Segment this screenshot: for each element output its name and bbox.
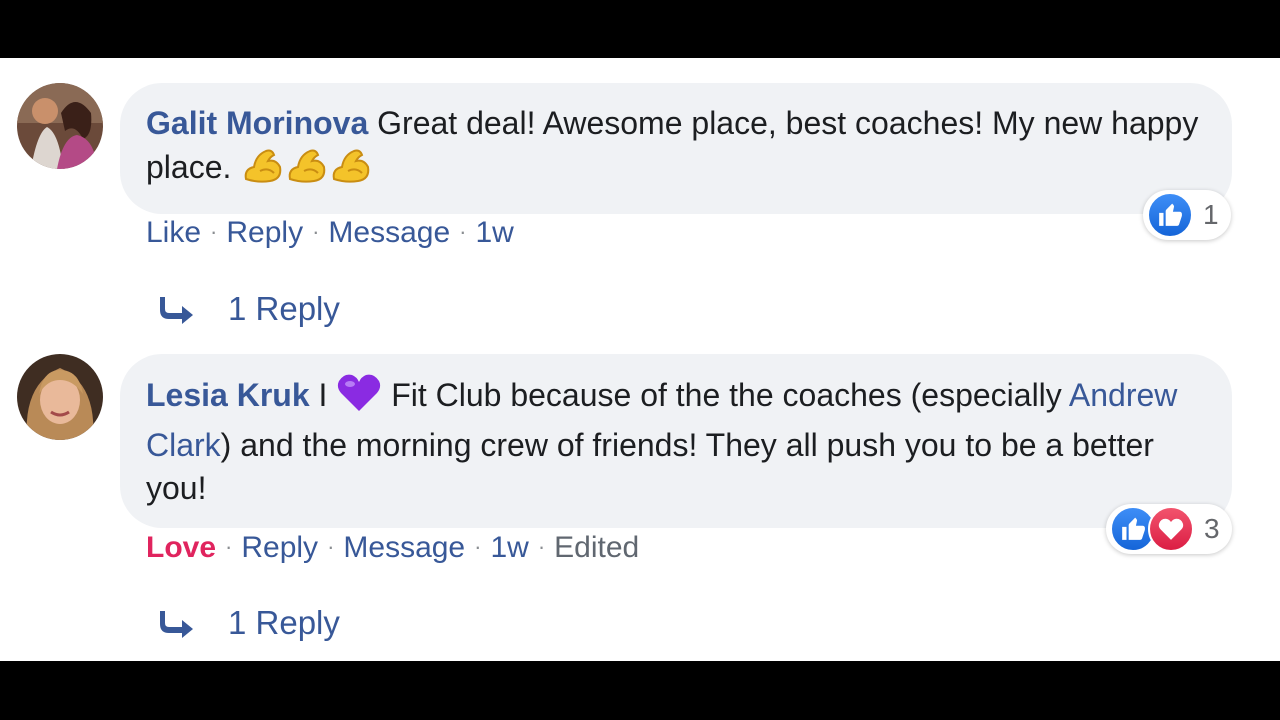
avatar[interactable] bbox=[17, 354, 103, 440]
thumbs-up-icon bbox=[1147, 192, 1193, 238]
flexed-biceps-emoji bbox=[328, 145, 372, 196]
comment-author[interactable]: Lesia Kruk bbox=[146, 377, 310, 413]
comment-actions: Like · Reply · Message · 1w bbox=[146, 216, 514, 250]
comment-bubble: Galit Morinova Great deal! Awesome place… bbox=[120, 83, 1232, 214]
avatar[interactable] bbox=[17, 83, 103, 169]
separator: · bbox=[459, 219, 467, 244]
separator: · bbox=[327, 534, 335, 559]
timestamp[interactable]: 1w bbox=[490, 531, 528, 564]
timestamp[interactable]: 1w bbox=[475, 216, 513, 249]
comment-actions: Love · Reply · Message · 1w · Edited bbox=[146, 531, 639, 565]
message-link[interactable]: Message bbox=[343, 531, 465, 564]
flexed-biceps-emoji bbox=[284, 145, 328, 196]
heart-icon bbox=[1148, 506, 1194, 552]
replies-count-label[interactable]: 1 Reply bbox=[228, 290, 340, 328]
replies-count-label[interactable]: 1 Reply bbox=[228, 604, 340, 642]
comment-author[interactable]: Galit Morinova bbox=[146, 105, 368, 141]
view-replies-link[interactable]: 1 Reply bbox=[160, 604, 340, 642]
reactions-summary[interactable]: 3 bbox=[1106, 504, 1232, 554]
reply-link[interactable]: Reply bbox=[241, 531, 318, 564]
edited-label[interactable]: Edited bbox=[554, 531, 639, 564]
separator: · bbox=[537, 534, 546, 559]
separator: · bbox=[474, 534, 482, 559]
purple-heart-emoji bbox=[336, 373, 382, 424]
reply-arrow-icon bbox=[160, 611, 193, 638]
comment-text: I bbox=[309, 377, 337, 413]
reply-link[interactable]: Reply bbox=[226, 216, 303, 249]
like-link[interactable]: Like bbox=[146, 216, 201, 249]
reaction-count: 1 bbox=[1203, 199, 1219, 230]
reaction-count: 3 bbox=[1204, 513, 1220, 544]
separator: · bbox=[225, 534, 233, 559]
separator: · bbox=[210, 219, 218, 244]
view-replies-link[interactable]: 1 Reply bbox=[160, 290, 340, 328]
love-link[interactable]: Love bbox=[146, 531, 216, 564]
reactions-summary[interactable]: 1 bbox=[1143, 190, 1231, 240]
comment-bubble: Lesia Kruk I Fit Club because of the the… bbox=[120, 354, 1232, 528]
reply-arrow-icon bbox=[160, 297, 193, 324]
comments-panel: Galit Morinova Great deal! Awesome place… bbox=[0, 58, 1280, 661]
separator: · bbox=[312, 219, 320, 244]
message-link[interactable]: Message bbox=[328, 216, 450, 249]
flexed-biceps-emoji bbox=[240, 145, 284, 196]
comment-text: Fit Club because of the the coaches (esp… bbox=[382, 377, 1069, 413]
comment-text: ) and the morning crew of friends! They … bbox=[146, 427, 1154, 506]
